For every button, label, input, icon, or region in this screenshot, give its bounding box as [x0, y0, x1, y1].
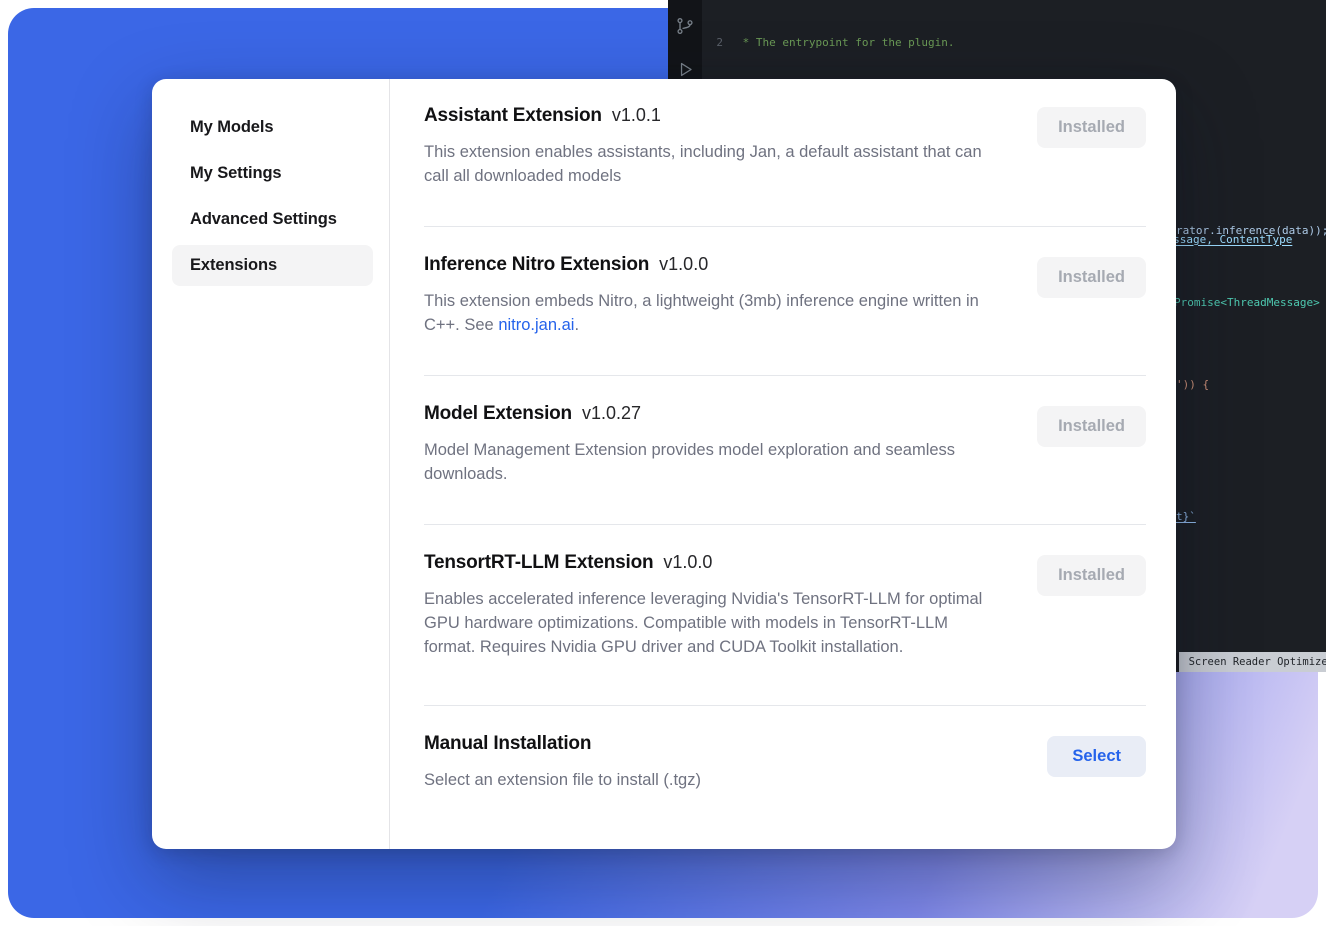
- extension-version: v1.0.0: [663, 552, 712, 572]
- installed-button[interactable]: Installed: [1037, 257, 1146, 298]
- sidebar-item-my-models[interactable]: My Models: [172, 107, 373, 148]
- sidebar-item-advanced-settings[interactable]: Advanced Settings: [172, 199, 373, 240]
- extension-name: Inference Nitro Extension: [424, 254, 649, 275]
- sidebar-item-my-settings[interactable]: My Settings: [172, 153, 373, 194]
- extension-description: Model Management Extension provides mode…: [424, 438, 1001, 486]
- code-fragment: ')) {: [1176, 377, 1209, 393]
- extension-name: TensortRT-LLM Extension: [424, 552, 653, 573]
- code-fragment: rator.inference(data));: [1176, 223, 1326, 239]
- installed-button[interactable]: Installed: [1037, 107, 1146, 148]
- installed-button[interactable]: Installed: [1037, 555, 1146, 596]
- extension-row-inference-nitro: Inference Nitro Extension v1.0.0 This ext…: [424, 227, 1146, 376]
- extension-description: Enables accelerated inference leveraging…: [424, 587, 1001, 659]
- manual-installation-row: Manual Installation Select an extension …: [424, 706, 1146, 830]
- screen-reader-status-badge[interactable]: Screen Reader Optimized: [1179, 652, 1326, 672]
- extension-row-model: Model Extension v1.0.27 Model Management …: [424, 376, 1146, 525]
- installed-button[interactable]: Installed: [1037, 406, 1146, 447]
- git-branch-icon[interactable]: [675, 16, 695, 36]
- select-file-button[interactable]: Select: [1047, 736, 1146, 777]
- extension-description: This extension embeds Nitro, a lightweig…: [424, 289, 1001, 337]
- extension-description: This extension enables assistants, inclu…: [424, 140, 1001, 188]
- manual-installation-description: Select an extension file to install (.tg…: [424, 768, 1001, 792]
- sidebar-item-extensions[interactable]: Extensions: [172, 245, 373, 286]
- run-debug-icon[interactable]: [676, 60, 695, 79]
- manual-installation-title-wrap: Manual Installation: [424, 733, 1146, 755]
- extension-version: v1.0.1: [612, 105, 661, 125]
- code-fragment: t}`: [1176, 509, 1196, 525]
- nitro-jan-ai-link[interactable]: nitro.jan.ai: [498, 316, 574, 334]
- extension-version: v1.0.27: [582, 403, 641, 423]
- code-text: * The entrypoint for the plugin.: [736, 35, 955, 51]
- settings-sidebar: My Models My Settings Advanced Settings …: [152, 79, 390, 849]
- extension-row-assistant: Assistant Extension v1.0.1 This extension…: [424, 91, 1146, 227]
- extension-version: v1.0.0: [659, 254, 708, 274]
- extension-row-tensorrt-llm: TensortRT-LLM Extension v1.0.0 Enables ac…: [424, 525, 1146, 706]
- code-fragment: Promise<ThreadMessage>: [1174, 295, 1320, 311]
- settings-modal: My Models My Settings Advanced Settings …: [152, 79, 1176, 849]
- extensions-panel: Assistant Extension v1.0.1 This extension…: [390, 79, 1176, 849]
- extension-name: Model Extension: [424, 403, 572, 424]
- manual-installation-title: Manual Installation: [424, 733, 591, 754]
- extension-name: Assistant Extension: [424, 105, 602, 126]
- line-number: 2: [702, 35, 736, 51]
